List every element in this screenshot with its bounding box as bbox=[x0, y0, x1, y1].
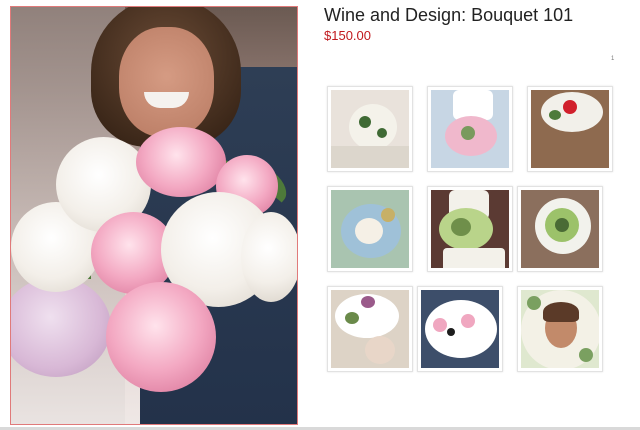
bouquet-shape bbox=[377, 128, 387, 138]
thumbnail-2[interactable] bbox=[427, 86, 513, 172]
product-title: Wine and Design: Bouquet 101 bbox=[324, 5, 574, 25]
leaf-shape bbox=[579, 348, 593, 362]
thumbnail-image bbox=[431, 190, 509, 268]
thumbnail-image bbox=[331, 290, 409, 368]
thumbnail-8[interactable] bbox=[417, 286, 503, 372]
bouquet-shape bbox=[359, 116, 371, 128]
bouquet-shape bbox=[461, 126, 475, 140]
main-product-image[interactable] bbox=[10, 6, 298, 425]
thumbnail-7[interactable] bbox=[327, 286, 413, 372]
bouquet-shape bbox=[345, 312, 359, 324]
hands-shape bbox=[365, 336, 395, 364]
dress-shape bbox=[331, 146, 409, 168]
product-price: $150.00 bbox=[324, 28, 371, 43]
thumbnail-image bbox=[531, 90, 609, 168]
anemone-center bbox=[447, 328, 455, 336]
thumbnail-3[interactable] bbox=[527, 86, 613, 172]
bouquet-shape bbox=[555, 218, 569, 232]
bouquet-shape bbox=[349, 104, 397, 150]
bride-hair bbox=[543, 302, 579, 322]
thumbnail-4[interactable] bbox=[327, 186, 413, 272]
bouquet-shape bbox=[461, 314, 475, 328]
thumbnail-image bbox=[431, 90, 509, 168]
bouquet-shape bbox=[549, 110, 561, 120]
photo-bride-face bbox=[119, 27, 214, 137]
thumbnail-image bbox=[521, 290, 599, 368]
dress-shape bbox=[443, 248, 505, 268]
bouquet-shape bbox=[355, 218, 383, 244]
white-peony bbox=[241, 212, 297, 302]
bouquet-shape bbox=[433, 318, 447, 332]
thumbnail-image bbox=[521, 190, 599, 268]
gallery-page-indicator: 1 bbox=[611, 56, 615, 62]
pink-peony bbox=[106, 282, 216, 392]
leaf-shape bbox=[527, 296, 541, 310]
thumbnail-6[interactable] bbox=[517, 186, 603, 272]
bouquet-shape bbox=[381, 208, 395, 222]
thumbnail-image bbox=[421, 290, 499, 368]
bouquet-shape bbox=[563, 100, 577, 114]
bouquet-shape bbox=[361, 296, 375, 308]
thumbnail-5[interactable] bbox=[427, 186, 513, 272]
thumbnail-1[interactable] bbox=[327, 86, 413, 172]
bouquet-shape bbox=[451, 218, 471, 236]
thumbnail-image bbox=[331, 90, 409, 168]
pink-peony bbox=[136, 127, 226, 197]
thumbnail-9[interactable] bbox=[517, 286, 603, 372]
thumbnail-image bbox=[331, 190, 409, 268]
